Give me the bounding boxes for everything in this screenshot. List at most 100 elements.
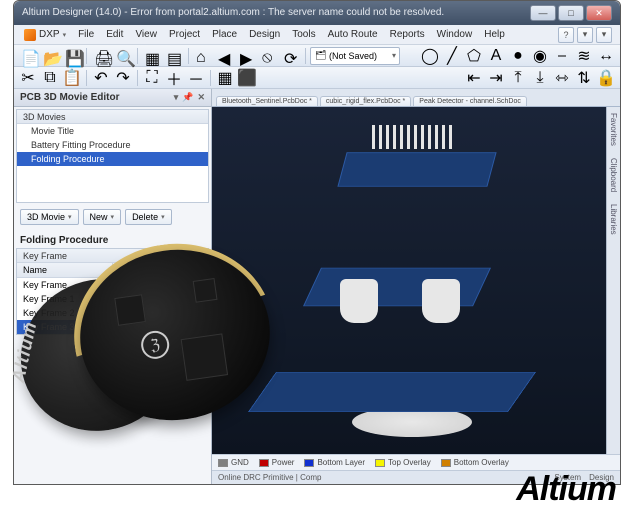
menu-design[interactable]: Design — [243, 29, 286, 40]
poly-tool-button[interactable]: ⬠ — [464, 47, 484, 65]
save-button[interactable]: 💾 — [62, 47, 82, 65]
align-right-button[interactable]: ⇥ — [486, 69, 506, 87]
circle-tool-button[interactable]: ◯ — [420, 47, 440, 65]
align-bottom-button[interactable]: ⤓ — [530, 69, 550, 87]
legend-item[interactable]: Bottom Overlay — [441, 458, 509, 467]
pad-tool-button[interactable]: ◉ — [530, 47, 550, 65]
movie-item[interactable]: Movie Title — [17, 124, 208, 138]
zoom-in-button[interactable]: ＋ — [164, 69, 184, 87]
menu-help-icon[interactable]: ? — [558, 27, 574, 43]
minimize-button[interactable]: — — [530, 5, 556, 21]
clip-icon — [422, 279, 460, 323]
menu-bar: DXP ▾ File Edit View Project Place Desig… — [14, 25, 620, 45]
distribute-h-button[interactable]: ⇿ — [552, 69, 572, 87]
menu-file[interactable]: File — [72, 29, 100, 40]
titlebar: Altium Designer (14.0) - Error from port… — [14, 1, 620, 25]
forward-icon: ▶ — [240, 49, 254, 63]
preview-button[interactable]: 🔍 — [113, 47, 133, 65]
line-tool-button[interactable]: ╱ — [442, 47, 462, 65]
menu-view[interactable]: View — [129, 29, 163, 40]
copy-button[interactable]: ⧉ — [40, 69, 60, 87]
maximize-button[interactable]: □ — [558, 5, 584, 21]
forward-button[interactable]: ▶ — [237, 47, 257, 65]
toolbar-separator — [137, 70, 138, 86]
save-state-combo[interactable]: 🗂 (Not Saved) — [310, 47, 400, 65]
menu-place[interactable]: Place — [206, 29, 243, 40]
toolbar-separator — [210, 70, 211, 86]
menu-autoroute[interactable]: Auto Route — [322, 29, 384, 40]
movies-list: 3D Movies Movie Title Battery Fitting Pr… — [16, 109, 209, 203]
back-button[interactable]: ◀ — [215, 47, 235, 65]
toolbar-separator — [86, 48, 87, 64]
product-photo: ℨ Altium — [0, 220, 290, 480]
zoom-fit-button[interactable]: ⛶ — [142, 69, 162, 87]
menu-reports[interactable]: Reports — [384, 29, 431, 40]
text-tool-button[interactable]: A — [486, 47, 506, 65]
menu-tools[interactable]: Tools — [286, 29, 321, 40]
diff-tool-button[interactable]: ≋ — [574, 47, 594, 65]
cut-button[interactable]: ✂ — [18, 69, 38, 87]
save-icon: 💾 — [65, 49, 79, 63]
undo-button[interactable]: ↶ — [91, 69, 111, 87]
document-tabbar: Bluetooth_Sentinel.PcbDoc * cubic_rigid_… — [212, 89, 620, 107]
print-button[interactable]: 🖨 — [91, 47, 111, 65]
right-sidebar-tabs: Favorites Clipboard Libraries — [606, 107, 620, 454]
chip-icon — [193, 278, 218, 303]
new-doc-button[interactable]: 📄 — [18, 47, 38, 65]
sidetab-clipboard[interactable]: Clipboard — [609, 152, 618, 198]
doc-tab[interactable]: Bluetooth_Sentinel.PcbDoc * — [216, 96, 318, 106]
menubar-tail-buttons: ? ▾ ▾ — [558, 27, 616, 43]
lock-button[interactable]: 🔒 — [596, 69, 616, 87]
doc-tab[interactable]: cubic_rigid_flex.PcbDoc * — [320, 96, 411, 106]
dxp-label: DXP — [39, 29, 60, 40]
chip-icon — [181, 333, 228, 380]
panel-header-controls: ▾ 📌 ✕ — [174, 92, 205, 103]
track-tool-button[interactable]: ⎯ — [552, 47, 572, 65]
refresh-button[interactable]: ⟳ — [281, 47, 301, 65]
menu-edit[interactable]: Edit — [100, 29, 129, 40]
menu-window[interactable]: Window — [431, 29, 479, 40]
brand-wordmark: Altium — [516, 470, 616, 509]
zoom-out-button[interactable]: － — [186, 69, 206, 87]
refresh-icon: ⟳ — [284, 49, 298, 63]
movie-item[interactable]: Folding Procedure — [17, 152, 208, 166]
close-button[interactable]: ✕ — [586, 5, 612, 21]
3d-button[interactable]: ⬛ — [237, 69, 257, 87]
sidetab-libraries[interactable]: Libraries — [609, 198, 618, 241]
align-left-button[interactable]: ⇤ — [464, 69, 484, 87]
menu-help[interactable]: Help — [478, 29, 511, 40]
pcb-base-board — [248, 372, 536, 412]
swatch-icon — [304, 459, 314, 467]
legend-item[interactable]: Top Overlay — [375, 458, 431, 467]
paste-button[interactable]: 📋 — [62, 69, 82, 87]
doc-tab[interactable]: Peak Detector - channel.SchDoc — [413, 96, 527, 106]
panel-menu-icon[interactable]: ▾ — [174, 92, 179, 103]
chip-icon — [114, 294, 146, 326]
header-pins — [372, 125, 452, 149]
save-state-label: (Not Saved) — [329, 51, 377, 61]
movie-item[interactable]: Battery Fitting Procedure — [17, 138, 208, 152]
panel-close-icon[interactable]: ✕ — [197, 92, 205, 103]
open-icon: 📂 — [43, 49, 57, 63]
menu-dropdown-icon[interactable]: ▾ — [577, 27, 593, 43]
dxp-menu[interactable]: DXP ▾ — [18, 29, 72, 41]
layer-button[interactable]: ▦ — [215, 69, 235, 87]
home-button[interactable]: ⌂ — [193, 47, 213, 65]
align-top-button[interactable]: ⤒ — [508, 69, 528, 87]
stop-icon: ⦸ — [262, 49, 276, 63]
panel-title: PCB 3D Movie Editor — [20, 92, 119, 103]
via-tool-button[interactable]: ● — [508, 47, 528, 65]
legend-item[interactable]: Bottom Layer — [304, 458, 365, 467]
distribute-v-button[interactable]: ⇅ — [574, 69, 594, 87]
vault-button[interactable]: ▤ — [164, 47, 184, 65]
dimension-tool-button[interactable]: ↔ — [596, 47, 616, 65]
open-button[interactable]: 📂 — [40, 47, 60, 65]
stop-button[interactable]: ⦸ — [259, 47, 279, 65]
sidetab-favorites[interactable]: Favorites — [609, 107, 618, 152]
panel-pin-icon[interactable]: 📌 — [182, 92, 193, 103]
menu-project[interactable]: Project — [163, 29, 206, 40]
movies-list-header: 3D Movies — [17, 110, 208, 124]
menu-dropdown2-icon[interactable]: ▾ — [596, 27, 612, 43]
workspace-button[interactable]: ▦ — [142, 47, 162, 65]
redo-button[interactable]: ↷ — [113, 69, 133, 87]
